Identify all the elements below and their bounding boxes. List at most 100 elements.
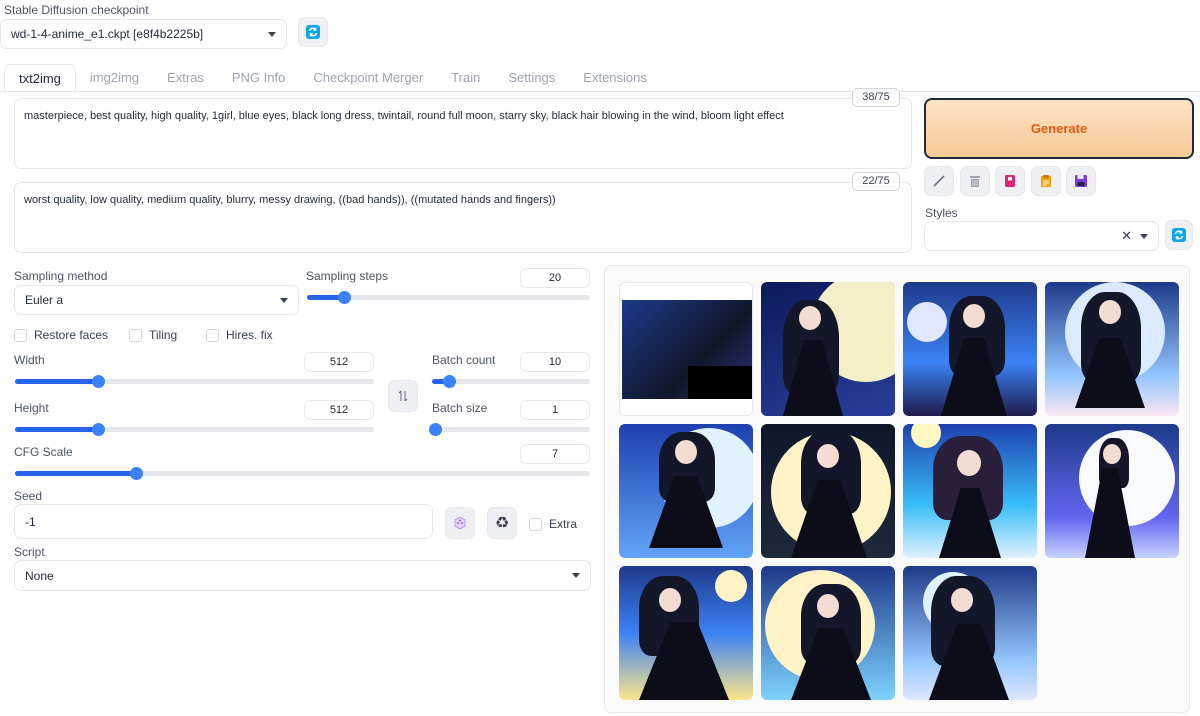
tab-train[interactable]: Train xyxy=(437,64,494,92)
chevron-down-icon xyxy=(268,31,276,37)
gallery-image[interactable] xyxy=(903,282,1037,416)
bookmark-icon xyxy=(1005,175,1015,187)
seed-input[interactable]: -1 xyxy=(14,504,433,539)
gallery-image[interactable] xyxy=(1045,282,1179,416)
gallery-image[interactable] xyxy=(761,424,895,558)
batch-count-input[interactable]: 10 xyxy=(520,352,590,372)
gallery-image[interactable] xyxy=(619,424,753,558)
apply-style-button[interactable] xyxy=(1031,166,1061,196)
tab-bar: txt2img img2img Extras PNG Info Checkpoi… xyxy=(4,64,661,92)
gallery-image[interactable] xyxy=(1045,424,1179,558)
width-slider[interactable] xyxy=(15,375,374,388)
tiling-checkbox[interactable]: Tiling xyxy=(129,328,177,342)
checkbox-box[interactable] xyxy=(14,328,27,342)
sampling-method-label: Sampling method xyxy=(14,269,108,283)
dice-icon xyxy=(454,516,466,530)
checkbox-box[interactable] xyxy=(206,328,219,342)
batch-size-slider[interactable] xyxy=(429,423,590,436)
tab-divider xyxy=(0,91,1200,92)
batch-size-label: Batch size xyxy=(432,401,488,415)
reuse-seed-button[interactable]: ♻ xyxy=(487,507,517,539)
width-input[interactable]: 512 xyxy=(304,352,374,372)
recycle-icon: ♻ xyxy=(494,515,510,532)
cfg-scale-label: CFG Scale xyxy=(14,445,73,459)
slider-thumb[interactable] xyxy=(91,423,105,436)
refresh-checkpoint-button[interactable] xyxy=(298,17,328,47)
height-slider[interactable] xyxy=(15,423,374,436)
refresh-icon xyxy=(1172,228,1186,242)
sampling-method-value: Euler a xyxy=(25,293,64,307)
save-style-button[interactable] xyxy=(1066,166,1096,196)
positive-token-counter: 38/75 xyxy=(852,88,900,107)
batch-size-input[interactable]: 1 xyxy=(520,400,590,420)
random-seed-button[interactable] xyxy=(445,507,475,539)
checkbox-box[interactable] xyxy=(129,328,142,342)
gallery-image[interactable] xyxy=(903,424,1037,558)
extra-label: Extra xyxy=(549,517,578,531)
output-gallery xyxy=(604,265,1190,713)
slider-thumb[interactable] xyxy=(91,375,105,388)
swap-dimensions-button[interactable] xyxy=(388,380,418,412)
save-icon xyxy=(1075,175,1087,187)
checkpoint-select[interactable]: wd-1-4-anime_e1.ckpt [e8f4b2225b] xyxy=(0,19,287,49)
sampling-method-select[interactable]: Euler a xyxy=(14,285,299,315)
restore-faces-label: Restore faces xyxy=(34,328,109,342)
styles-label: Styles xyxy=(925,206,958,220)
gallery-image[interactable] xyxy=(903,566,1037,700)
checkpoint-label: Stable Diffusion checkpoint xyxy=(4,3,149,17)
gallery-grid-image[interactable] xyxy=(619,282,753,416)
tab-txt2img[interactable]: txt2img xyxy=(4,64,76,92)
positive-prompt-input[interactable]: masterpiece, best quality, high quality,… xyxy=(14,98,912,169)
height-label: Height xyxy=(14,401,49,415)
hires-fix-label: Hires. fix xyxy=(226,328,273,342)
tab-extras[interactable]: Extras xyxy=(153,64,218,92)
slider-thumb[interactable] xyxy=(129,467,143,480)
tiling-label: Tiling xyxy=(149,328,178,342)
cfg-scale-slider[interactable] xyxy=(15,467,590,480)
tab-png-info[interactable]: PNG Info xyxy=(218,64,299,92)
tab-extensions[interactable]: Extensions xyxy=(569,64,661,92)
extra-networks-button[interactable] xyxy=(995,166,1025,196)
checkbox-box[interactable] xyxy=(529,517,542,531)
tab-settings[interactable]: Settings xyxy=(494,64,569,92)
checkpoint-value: wd-1-4-anime_e1.ckpt [e8f4b2225b] xyxy=(11,27,204,41)
script-select[interactable]: None xyxy=(14,560,591,591)
refresh-styles-button[interactable] xyxy=(1165,220,1193,250)
chevron-down-icon xyxy=(280,297,288,303)
sampling-steps-slider[interactable] xyxy=(307,291,590,304)
restore-faces-checkbox[interactable]: Restore faces xyxy=(14,328,108,342)
seed-label: Seed xyxy=(14,489,43,503)
cfg-scale-input[interactable]: 7 xyxy=(520,444,590,464)
height-input[interactable]: 512 xyxy=(304,400,374,420)
chevron-down-icon xyxy=(572,573,580,578)
clipboard-icon xyxy=(1041,175,1051,187)
clear-prompt-button[interactable] xyxy=(960,166,990,196)
gallery-image[interactable] xyxy=(761,282,895,416)
width-label: Width xyxy=(14,353,45,367)
read-params-button[interactable] xyxy=(924,166,954,196)
slider-thumb[interactable] xyxy=(337,291,351,304)
swap-icon xyxy=(398,390,408,402)
tab-checkpoint-merger[interactable]: Checkpoint Merger xyxy=(299,64,437,92)
negative-prompt-input[interactable]: worst quality, low quality, medium quali… xyxy=(14,182,912,253)
generate-button[interactable]: Generate xyxy=(924,98,1194,159)
sampling-steps-input[interactable]: 20 xyxy=(520,268,590,288)
extra-seed-checkbox[interactable]: Extra xyxy=(529,517,577,531)
slider-thumb[interactable] xyxy=(443,375,457,388)
tab-img2img[interactable]: img2img xyxy=(76,64,153,92)
negative-token-counter: 22/75 xyxy=(852,172,900,191)
script-label: Script xyxy=(14,545,45,559)
script-value: None xyxy=(25,568,54,583)
batch-count-label: Batch count xyxy=(432,353,496,367)
gallery-image[interactable] xyxy=(761,566,895,700)
clear-icon[interactable]: ✕ xyxy=(1121,228,1132,244)
chevron-down-icon xyxy=(1140,233,1148,239)
refresh-icon xyxy=(306,25,320,39)
sampling-steps-label: Sampling steps xyxy=(306,269,389,283)
styles-select[interactable]: ✕ xyxy=(924,221,1159,251)
batch-count-slider[interactable] xyxy=(432,375,590,388)
gallery-image[interactable] xyxy=(619,566,753,700)
pencil-icon xyxy=(933,175,945,187)
slider-thumb[interactable] xyxy=(429,423,443,436)
hires-fix-checkbox[interactable]: Hires. fix xyxy=(206,328,273,342)
